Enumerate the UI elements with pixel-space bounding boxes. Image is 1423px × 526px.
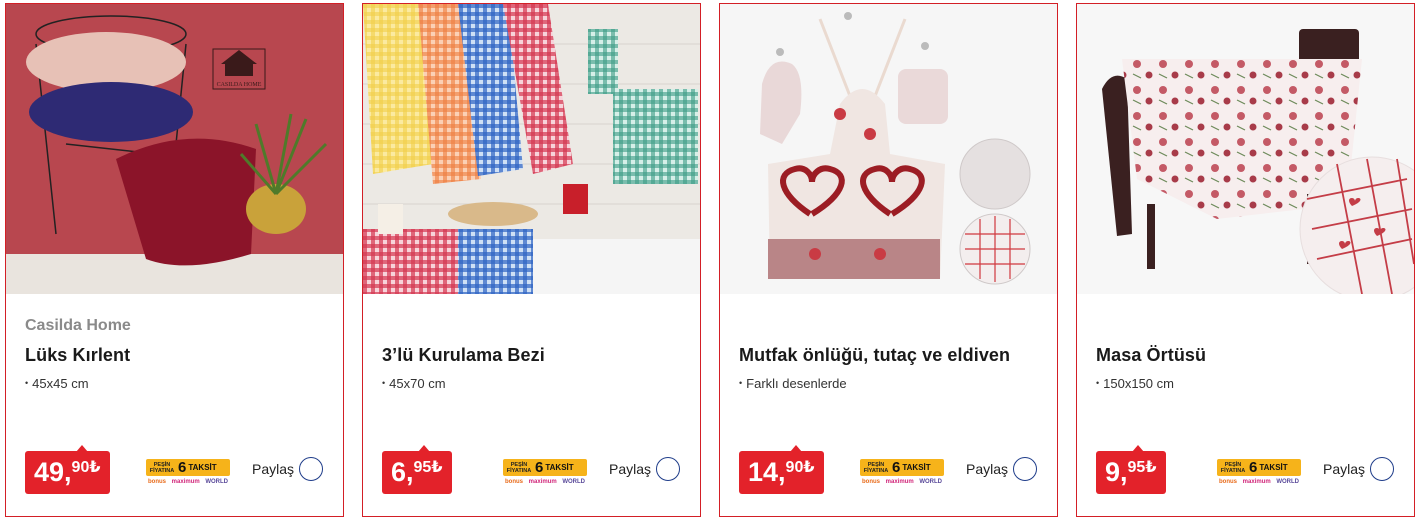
price-integer: 6, bbox=[391, 457, 414, 487]
bullet-icon: • bbox=[739, 378, 743, 388]
share-label: Paylaş bbox=[966, 461, 1009, 477]
price-badge: 14, 90 ₺ bbox=[739, 445, 825, 494]
bonus-logo: bonus bbox=[148, 478, 166, 485]
price-decimal: 95 bbox=[1127, 459, 1146, 476]
price-badge: 9, 95 ₺ bbox=[1096, 445, 1167, 494]
towels-photo bbox=[363, 4, 700, 294]
product-title[interactable]: 3’lü Kurulama Bezi bbox=[382, 345, 545, 366]
share-circle-icon[interactable] bbox=[656, 457, 681, 481]
share-button[interactable]: Paylaş bbox=[1323, 457, 1395, 481]
product-spec-text: 150x150 cm bbox=[1103, 376, 1174, 391]
lira-icon: ₺ bbox=[803, 459, 815, 476]
product-card[interactable]: CASILDA HOME Casilda Home Lüks Kırlent •… bbox=[5, 3, 344, 517]
product-image-cushions[interactable]: CASILDA HOME bbox=[6, 4, 343, 294]
product-spec: • 45x70 cm bbox=[382, 376, 446, 391]
logo-text: CASILDA HOME bbox=[217, 82, 262, 88]
price-integer: 49, bbox=[34, 457, 72, 487]
price-decimal: 95 bbox=[413, 459, 432, 476]
installment-count: 6 bbox=[892, 459, 901, 476]
product-image-apron[interactable] bbox=[720, 4, 1057, 294]
bullet-icon: • bbox=[1096, 378, 1100, 388]
product-spec: • Farklı desenlerde bbox=[739, 376, 847, 391]
product-spec-text: 45x70 cm bbox=[389, 376, 446, 391]
maximum-logo: maximum bbox=[1242, 478, 1271, 485]
installment-count: 6 bbox=[178, 459, 187, 476]
installment-small-text: PEŞİN FİYATINA bbox=[149, 461, 175, 474]
lira-icon: ₺ bbox=[431, 459, 443, 476]
apron-photo bbox=[720, 4, 1057, 294]
world-logo: WORLD bbox=[205, 478, 228, 485]
installment-small-text: PEŞİN FİYATINA bbox=[863, 461, 889, 474]
product-image-towels[interactable] bbox=[363, 4, 700, 294]
share-label: Paylaş bbox=[609, 461, 652, 477]
world-logo: WORLD bbox=[919, 478, 942, 485]
product-image-tablecloth[interactable] bbox=[1077, 4, 1414, 294]
bonus-logo: bonus bbox=[505, 478, 523, 485]
share-label: Paylaş bbox=[1323, 461, 1366, 477]
price-badge: 49, 90 ₺ bbox=[25, 445, 111, 494]
bonus-logo: bonus bbox=[862, 478, 880, 485]
bullet-icon: • bbox=[25, 378, 29, 388]
product-brand: Casilda Home bbox=[25, 317, 131, 334]
share-button[interactable]: Paylaş bbox=[966, 457, 1038, 481]
price-badge: 6, 95 ₺ bbox=[382, 445, 453, 494]
installment-small-text: PEŞİN FİYATINA bbox=[506, 461, 532, 474]
installment-badge: PEŞİN FİYATINA 6 TAKSİT bonus maximum WO… bbox=[503, 459, 587, 487]
product-card[interactable]: 3’lü Kurulama Bezi • 45x70 cm 6, 95 ₺ PEŞİN… bbox=[362, 3, 701, 517]
installment-word: TAKSİT bbox=[902, 463, 931, 472]
share-button[interactable]: Paylaş bbox=[609, 457, 681, 481]
product-card[interactable]: Mutfak önlüğü, tutaç ve eldiven • Farklı … bbox=[719, 3, 1058, 517]
world-logo: WORLD bbox=[1276, 478, 1299, 485]
product-spec: • 150x150 cm bbox=[1096, 376, 1174, 391]
tablecloth-photo bbox=[1077, 4, 1414, 294]
installment-word: TAKSİT bbox=[1259, 463, 1288, 472]
share-circle-icon[interactable] bbox=[1370, 457, 1395, 481]
installment-word: TAKSİT bbox=[545, 463, 574, 472]
installment-count: 6 bbox=[535, 459, 544, 476]
installment-badge: PEŞİN FİYATINA 6 TAKSİT bonus maximum WO… bbox=[146, 459, 230, 487]
share-circle-icon[interactable] bbox=[1013, 457, 1038, 481]
product-spec-text: 45x45 cm bbox=[32, 376, 89, 391]
price-integer: 9, bbox=[1105, 457, 1128, 487]
maximum-logo: maximum bbox=[171, 478, 200, 485]
maximum-logo: maximum bbox=[885, 478, 914, 485]
price-decimal: 90 bbox=[71, 459, 90, 476]
maximum-logo: maximum bbox=[528, 478, 557, 485]
cushions-photo: CASILDA HOME bbox=[6, 4, 343, 294]
world-logo: WORLD bbox=[562, 478, 585, 485]
bonus-logo: bonus bbox=[1219, 478, 1237, 485]
lira-icon: ₺ bbox=[89, 459, 101, 476]
lira-icon: ₺ bbox=[1145, 459, 1157, 476]
product-title[interactable]: Lüks Kırlent bbox=[25, 345, 130, 366]
price-integer: 14, bbox=[748, 457, 786, 487]
installment-badge: PEŞİN FİYATINA 6 TAKSİT bonus maximum WO… bbox=[1217, 459, 1301, 487]
product-card[interactable]: Masa Örtüsü • 150x150 cm 9, 95 ₺ PEŞİN FİYA… bbox=[1076, 3, 1415, 517]
product-title[interactable]: Mutfak önlüğü, tutaç ve eldiven bbox=[739, 345, 1010, 366]
price-decimal: 90 bbox=[785, 459, 804, 476]
installment-count: 6 bbox=[1249, 459, 1258, 476]
product-spec: • 45x45 cm bbox=[25, 376, 89, 391]
share-label: Paylaş bbox=[252, 461, 295, 477]
share-button[interactable]: Paylaş bbox=[252, 457, 324, 481]
product-spec-text: Farklı desenlerde bbox=[746, 376, 847, 391]
installment-small-text: PEŞİN FİYATINA bbox=[1220, 461, 1246, 474]
installment-word: TAKSİT bbox=[188, 463, 217, 472]
bullet-icon: • bbox=[382, 378, 386, 388]
share-circle-icon[interactable] bbox=[299, 457, 324, 481]
installment-badge: PEŞİN FİYATINA 6 TAKSİT bonus maximum WO… bbox=[860, 459, 944, 487]
product-title[interactable]: Masa Örtüsü bbox=[1096, 345, 1206, 366]
